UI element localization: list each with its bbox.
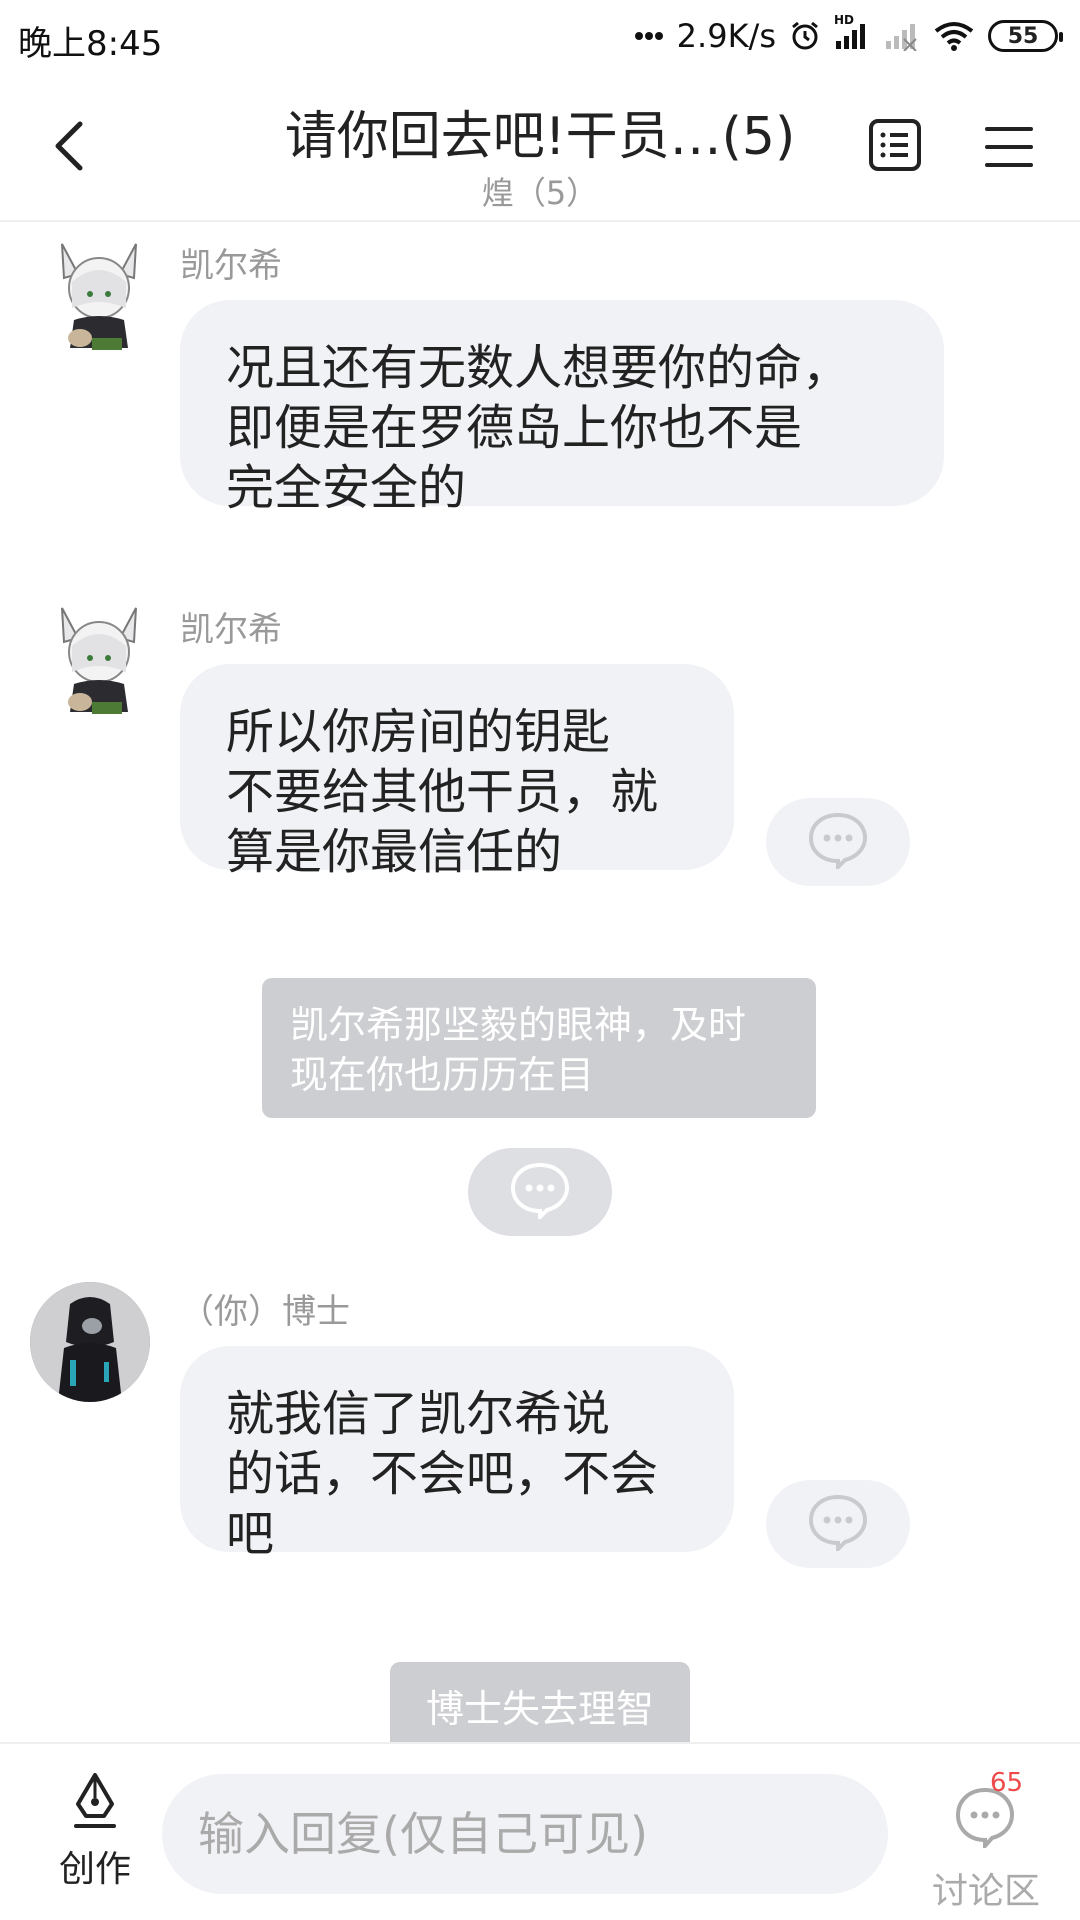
narration-line: 博士失去理智 bbox=[425, 1687, 654, 1731]
create-button[interactable]: 创作 bbox=[40, 1772, 150, 1902]
message-line: 所以你房间的钥匙 bbox=[226, 704, 611, 760]
message-line: 不要给其他干员，就 bbox=[226, 764, 659, 820]
comment-button[interactable] bbox=[468, 1148, 612, 1236]
avatar-kaltsit[interactable] bbox=[44, 602, 154, 722]
message-line: 就我信了凯尔希说 bbox=[226, 1386, 611, 1442]
pen-nib-icon bbox=[70, 1772, 120, 1834]
chat-list[interactable]: 凯尔希 况且还有无数人想要你的命， 即便是在罗德岛上你也不是 完全安全的 凯尔希… bbox=[0, 222, 1080, 1742]
sender-name: 凯尔希 bbox=[180, 246, 282, 286]
avatar-kaltsit[interactable] bbox=[44, 238, 154, 358]
battery-indicator: 55 bbox=[988, 20, 1063, 52]
signal-hd-icon: HD bbox=[834, 13, 870, 51]
message-line: 完全安全的 bbox=[226, 460, 467, 516]
narration-box[interactable]: 博士失去理智 bbox=[390, 1662, 690, 1742]
story-title: 请你回去吧!干员…(5) bbox=[284, 107, 796, 167]
discussion-count-badge: 65 bbox=[990, 1768, 1024, 1798]
message-line: 算是你最信任的 bbox=[226, 824, 563, 880]
status-time: 晚上8:45 bbox=[18, 24, 163, 64]
comment-bubble-icon bbox=[509, 1161, 571, 1223]
comment-button[interactable] bbox=[766, 798, 910, 886]
discussion-label: 讨论区 bbox=[931, 1871, 1040, 1912]
author-subtitle[interactable]: 煌（5） bbox=[210, 168, 870, 214]
narration-box[interactable]: 凯尔希那坚毅的眼神，及时 现在你也历历在目 bbox=[262, 978, 816, 1118]
more-dots-icon bbox=[634, 31, 663, 41]
reply-input[interactable] bbox=[162, 1774, 888, 1894]
signal-weak-icon bbox=[884, 21, 920, 51]
status-bar: 晚上8:45 2.9K/s HD 55 bbox=[0, 0, 1080, 72]
sender-name: （你）博士 bbox=[180, 1292, 350, 1332]
message-bubble[interactable]: 况且还有无数人想要你的命， 即便是在罗德岛上你也不是 完全安全的 bbox=[180, 300, 944, 516]
discussion-button[interactable]: 65 讨论区 bbox=[916, 1768, 1056, 1912]
status-icons: 2.9K/s HD 55 bbox=[634, 13, 1063, 58]
net-speed: 2.9K/s bbox=[676, 17, 776, 55]
comment-bubble-icon bbox=[807, 1493, 869, 1555]
message-bubble[interactable]: 就我信了凯尔希说 的话，不会吧，不会 吧 bbox=[180, 1346, 734, 1562]
sender-name: 凯尔希 bbox=[180, 610, 282, 650]
message-line: 即便是在罗德岛上你也不是 bbox=[226, 400, 803, 456]
narration-line: 凯尔希那坚毅的眼神，及时 bbox=[290, 1003, 747, 1047]
chapter-list-icon[interactable] bbox=[868, 118, 922, 172]
chat-header: 请你回去吧!干员…(5) 煌（5） bbox=[0, 72, 1080, 222]
message-line: 吧 bbox=[226, 1506, 275, 1562]
comment-bubble-icon bbox=[807, 811, 869, 873]
alarm-icon bbox=[790, 21, 820, 51]
message-line: 况且还有无数人想要你的命， bbox=[226, 340, 851, 396]
back-arrow-icon[interactable] bbox=[46, 116, 96, 176]
menu-icon[interactable] bbox=[984, 124, 1034, 170]
message-bubble[interactable]: 所以你房间的钥匙 不要给其他干员，就 算是你最信任的 bbox=[180, 664, 734, 880]
avatar-doctor[interactable] bbox=[30, 1282, 150, 1402]
narration-line: 现在你也历历在目 bbox=[290, 1053, 595, 1097]
bottom-bar: 创作 65 讨论区 bbox=[0, 1742, 1080, 1920]
create-label: 创作 bbox=[58, 1849, 131, 1890]
wifi-icon bbox=[934, 21, 974, 51]
message-line: 的话，不会吧，不会 bbox=[226, 1446, 659, 1502]
comment-button[interactable] bbox=[766, 1480, 910, 1568]
hd-label: HD bbox=[834, 13, 855, 27]
